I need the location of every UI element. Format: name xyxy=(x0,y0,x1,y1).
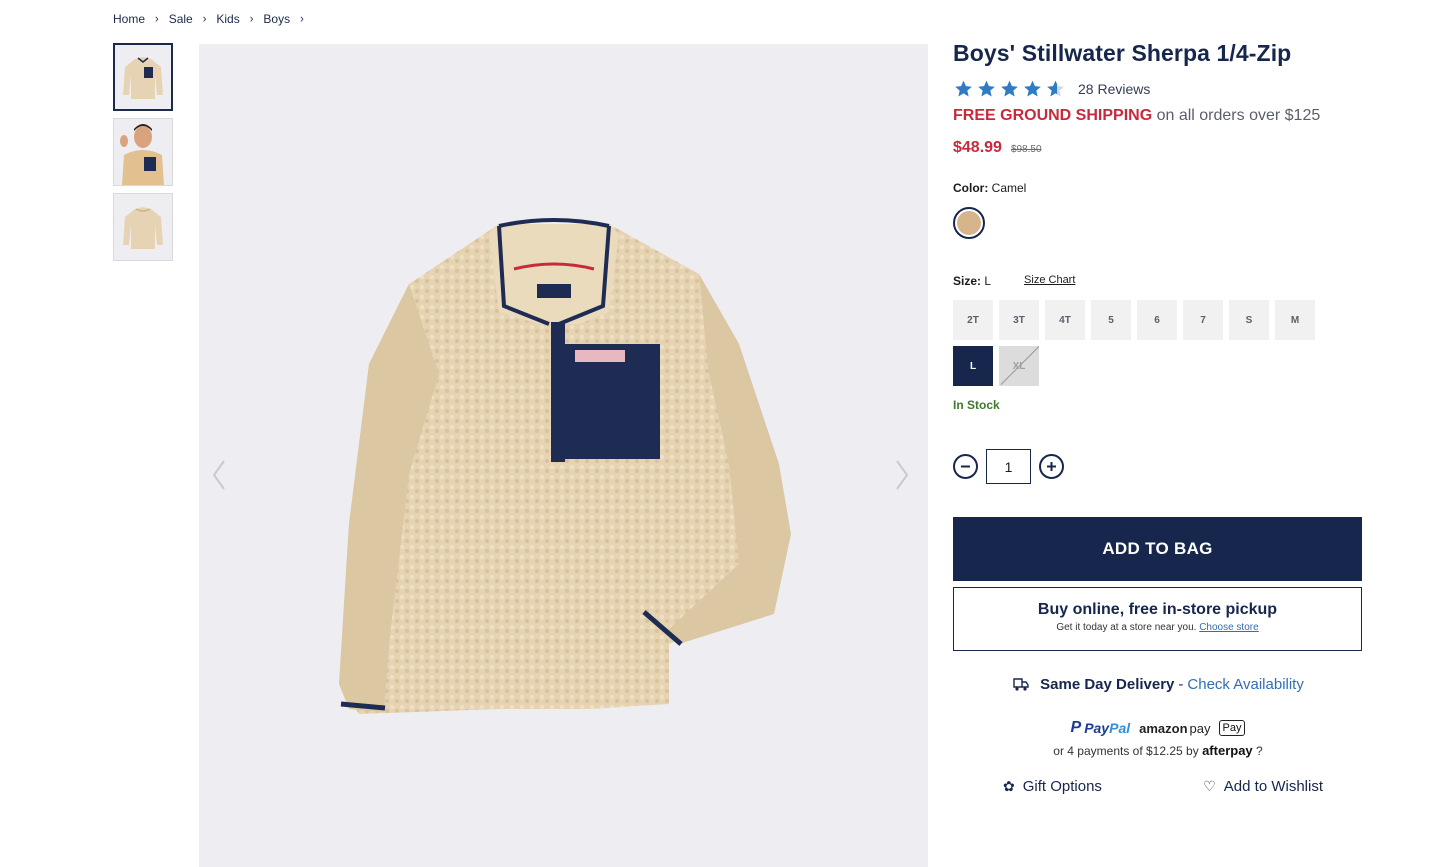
chevron-right-icon: › xyxy=(300,12,304,26)
add-to-bag-button[interactable]: ADD TO BAG xyxy=(953,517,1362,581)
size-label-row: Size: L Size Chart xyxy=(953,274,1363,288)
size-option-3T[interactable]: 3T xyxy=(999,300,1039,340)
add-to-wishlist-button[interactable]: ♡ Add to Wishlist xyxy=(1203,778,1323,795)
extra-actions: ✿ Gift Options ♡ Add to Wishlist xyxy=(953,778,1363,795)
sherpa-jacket-image xyxy=(339,218,791,714)
thumbnail-model[interactable] xyxy=(113,118,173,186)
afterpay-logo: afterpay xyxy=(1202,743,1253,758)
pickup-subtitle: Get it today at a store near you. Choose… xyxy=(954,622,1361,633)
plus-icon xyxy=(1047,462,1056,471)
minus-icon xyxy=(961,465,970,468)
size-option-5[interactable]: 5 xyxy=(1091,300,1131,340)
size-option-L[interactable]: L xyxy=(953,346,993,386)
paypal-pal-text: Pal xyxy=(1109,720,1131,736)
quantity-stepper xyxy=(953,449,1363,484)
paypal-p-mark: P xyxy=(1070,719,1082,736)
size-label: Size: L xyxy=(953,274,991,288)
breadcrumb: Home › Sale › Kids › Boys › xyxy=(113,12,314,26)
breadcrumb-boys[interactable]: Boys xyxy=(263,12,290,26)
chevron-right-icon xyxy=(896,460,909,490)
afterpay-installments: or 4 payments of $12.25 by afterpay ? xyxy=(953,743,1363,758)
size-value: L xyxy=(984,274,992,288)
color-label: Color: Camel xyxy=(953,181,1363,195)
choose-store-link[interactable]: Choose store xyxy=(1199,622,1258,633)
gift-options-label: Gift Options xyxy=(1022,778,1102,795)
wishlist-label: Add to Wishlist xyxy=(1223,778,1323,795)
chevron-right-icon: › xyxy=(155,12,159,26)
check-availability-link[interactable]: Check Availability xyxy=(1187,676,1303,693)
shipping-promo: FREE GROUND SHIPPING on all orders over … xyxy=(953,107,1363,125)
store-pickup-button[interactable]: Buy online, free in-store pickup Get it … xyxy=(953,587,1362,651)
pickup-subtitle-text: Get it today at a store near you. xyxy=(1056,622,1197,633)
amazon-text: amazon xyxy=(1139,720,1188,736)
color-label-title: Color: xyxy=(953,181,989,195)
jacket-thumbnail-image xyxy=(123,57,163,99)
size-option-6[interactable]: 6 xyxy=(1137,300,1177,340)
swatch-fill xyxy=(957,211,981,235)
rating-stars xyxy=(953,79,1068,99)
color-swatch-camel[interactable] xyxy=(953,207,985,239)
delivery-separator: - xyxy=(1178,675,1184,693)
delivery-truck-icon xyxy=(1013,678,1029,691)
product-rating[interactable]: 28 Reviews xyxy=(953,79,1363,99)
chevron-left-icon xyxy=(212,460,225,490)
jacket-back-thumbnail-image xyxy=(123,207,163,249)
thumbnail-front[interactable] xyxy=(113,43,173,111)
carousel-next-arrow[interactable] xyxy=(893,455,913,495)
size-option-4T[interactable]: 4T xyxy=(1045,300,1085,340)
breadcrumb-sale[interactable]: Sale xyxy=(169,12,193,26)
gift-options-button[interactable]: ✿ Gift Options xyxy=(1003,778,1102,795)
carousel-prev-arrow[interactable] xyxy=(208,455,228,495)
breadcrumb-kids[interactable]: Kids xyxy=(216,12,239,26)
reviews-count[interactable]: 28 Reviews xyxy=(1078,81,1150,97)
afterpay-info-icon[interactable]: ? xyxy=(1256,744,1263,758)
size-chart-link[interactable]: Size Chart xyxy=(1024,274,1075,288)
star-icon xyxy=(978,80,995,97)
stock-status: In Stock xyxy=(953,398,1000,412)
price-row: $48.99 $98.50 xyxy=(953,139,1363,157)
quantity-increase-button[interactable] xyxy=(1039,454,1064,479)
gift-icon: ✿ xyxy=(1003,778,1015,794)
quantity-input[interactable] xyxy=(986,449,1031,484)
shipping-threshold-text: on all orders over $125 xyxy=(1152,107,1321,124)
size-option-2T[interactable]: 2T xyxy=(953,300,993,340)
chevron-right-icon: › xyxy=(249,12,254,26)
original-price: $98.50 xyxy=(1010,144,1042,155)
pickup-title: Buy online, free in-store pickup xyxy=(1037,601,1278,618)
model-thumbnail-image xyxy=(114,119,172,185)
thumbnail-list xyxy=(113,43,173,268)
breadcrumb-home[interactable]: Home xyxy=(113,12,145,26)
same-day-delivery-label: Same Day Delivery xyxy=(1040,675,1175,693)
color-value: Camel xyxy=(991,181,1027,195)
size-option-S[interactable]: S xyxy=(1229,300,1269,340)
product-title: Boys' Stillwater Sherpa 1/4-Zip xyxy=(953,40,1292,66)
half-star-icon xyxy=(1047,80,1064,97)
size-options: 2T 3T 4T 5 6 7 S M L XL xyxy=(953,300,1323,392)
heart-icon: ♡ xyxy=(1203,778,1216,794)
size-label-title: Size: xyxy=(953,274,982,288)
size-option-XL[interactable]: XL xyxy=(999,346,1039,386)
thumbnail-back[interactable] xyxy=(113,193,173,261)
paypal-logo: P Pay Pal xyxy=(1071,719,1131,737)
size-option-M[interactable]: M xyxy=(1275,300,1315,340)
free-shipping-label: FREE GROUND SHIPPING xyxy=(953,107,1153,124)
afterpay-text: or 4 payments of $12.25 by xyxy=(1053,744,1199,758)
sale-price: $48.99 xyxy=(953,139,1002,156)
payment-methods: P Pay Pal amazon pay Pay xyxy=(953,719,1363,737)
chevron-right-icon: › xyxy=(202,12,207,26)
apple-pay-logo: Pay xyxy=(1218,720,1246,736)
star-icon xyxy=(1024,80,1041,97)
quantity-decrease-button[interactable] xyxy=(953,454,978,479)
star-icon xyxy=(955,80,972,97)
main-product-image xyxy=(199,44,928,867)
amazon-pay-text: pay xyxy=(1189,720,1211,736)
product-info-panel: Boys' Stillwater Sherpa 1/4-Zip 28 Revie… xyxy=(953,40,1363,795)
same-day-delivery: Same Day Delivery - Check Availability xyxy=(953,675,1363,693)
size-option-7[interactable]: 7 xyxy=(1183,300,1223,340)
paypal-pay-text: Pay xyxy=(1084,720,1110,736)
apple-pay-text: Pay xyxy=(1222,722,1242,734)
star-icon xyxy=(1001,80,1018,97)
amazon-pay-logo: amazon pay xyxy=(1139,721,1210,736)
